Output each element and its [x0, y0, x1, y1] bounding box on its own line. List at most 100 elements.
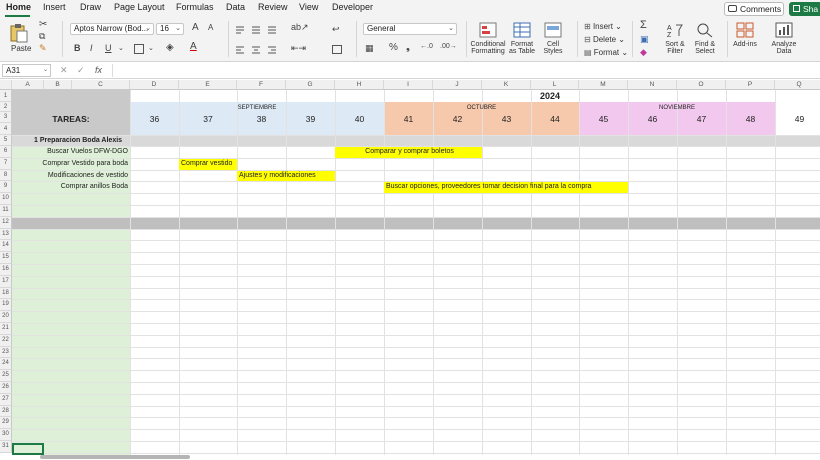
- cancel-icon[interactable]: ✕: [60, 65, 68, 76]
- row-header-18[interactable]: 18: [0, 287, 12, 300]
- font-size-select[interactable]: 16 ⌄: [156, 23, 184, 35]
- column-header-n[interactable]: N: [628, 80, 677, 90]
- row-header-27[interactable]: 27: [0, 393, 12, 406]
- row-header-21[interactable]: 21: [0, 323, 12, 335]
- row-header-31[interactable]: 31: [0, 441, 12, 453]
- row-header-30[interactable]: 30: [0, 429, 12, 441]
- conditional-formatting-button[interactable]: Conditional Formatting: [470, 22, 506, 56]
- row-header-26[interactable]: 26: [0, 382, 12, 394]
- tab-developer[interactable]: Developer: [332, 2, 373, 12]
- row-header-13[interactable]: 13: [0, 228, 12, 241]
- horizontal-align-icons[interactable]: [235, 45, 295, 55]
- autosum-icon[interactable]: Σ: [640, 19, 647, 31]
- select-all-corner[interactable]: [0, 80, 12, 90]
- tab-view[interactable]: View: [299, 2, 318, 12]
- tab-insert[interactable]: Insert: [43, 2, 66, 12]
- vertical-align-icons[interactable]: [235, 25, 295, 35]
- column-header-a[interactable]: A: [12, 80, 44, 90]
- column-header-f[interactable]: F: [237, 80, 286, 90]
- find-select-button[interactable]: Find & Select: [690, 22, 720, 56]
- row-header-3[interactable]: 3: [0, 112, 12, 123]
- grow-font-icon[interactable]: A: [192, 22, 199, 33]
- bold-button[interactable]: B: [74, 43, 81, 53]
- row-header-11[interactable]: 11: [0, 205, 12, 217]
- column-header-h[interactable]: H: [335, 80, 384, 90]
- horizontal-scrollbar[interactable]: [40, 455, 190, 459]
- fill-color-icon[interactable]: ◈: [166, 42, 174, 53]
- row-header-23[interactable]: 23: [0, 346, 12, 359]
- row-header-22[interactable]: 22: [0, 334, 12, 347]
- copy-icon[interactable]: ⧉: [39, 31, 45, 42]
- insert-function-icon[interactable]: fx: [95, 65, 102, 75]
- underline-button[interactable]: U: [105, 43, 112, 53]
- merge-center-icon[interactable]: [332, 45, 342, 54]
- row-header-1[interactable]: 1: [0, 90, 12, 102]
- column-header-l[interactable]: L: [531, 80, 579, 90]
- row-header-19[interactable]: 19: [0, 299, 12, 312]
- row-header-5[interactable]: 5: [0, 135, 12, 146]
- row-header-17[interactable]: 17: [0, 275, 12, 288]
- column-header-q[interactable]: Q: [775, 80, 820, 90]
- tab-review[interactable]: Review: [258, 2, 288, 12]
- shrink-font-icon[interactable]: A: [208, 23, 213, 32]
- row-header-6[interactable]: 6: [0, 146, 12, 158]
- column-header-o[interactable]: O: [677, 80, 726, 90]
- row-header-10[interactable]: 10: [0, 193, 12, 205]
- clear-icon[interactable]: ◆: [640, 47, 647, 58]
- orientation-icon[interactable]: ab↗: [291, 22, 309, 33]
- row-header-28[interactable]: 28: [0, 405, 12, 418]
- row-header-14[interactable]: 14: [0, 240, 12, 253]
- analyze-data-button[interactable]: Analyze Data: [768, 22, 800, 56]
- tab-draw[interactable]: Draw: [80, 2, 101, 12]
- increase-decimal-icon[interactable]: ←.0: [420, 43, 433, 50]
- row-header-25[interactable]: 25: [0, 370, 12, 382]
- format-painter-icon[interactable]: ✎: [39, 43, 47, 54]
- column-header-b[interactable]: B: [44, 80, 72, 90]
- column-header-k[interactable]: K: [482, 80, 531, 90]
- column-header-j[interactable]: J: [433, 80, 482, 90]
- font-color-icon[interactable]: A: [190, 41, 197, 52]
- row-header-12[interactable]: 12: [0, 216, 12, 229]
- italic-button[interactable]: I: [90, 43, 93, 53]
- font-name-select[interactable]: Aptos Narrow (Bod... ⌄: [70, 23, 154, 35]
- chevron-down-icon[interactable]: ⌄: [148, 44, 154, 52]
- add-ins-button[interactable]: Add-ins: [730, 22, 760, 48]
- paste-button[interactable]: [9, 23, 29, 43]
- decrease-decimal-icon[interactable]: .00→: [440, 43, 457, 50]
- column-header-c[interactable]: C: [72, 80, 130, 90]
- enter-icon[interactable]: ✓: [77, 65, 85, 76]
- sort-filter-button[interactable]: AZ Sort & Filter: [660, 22, 690, 56]
- row-header-2[interactable]: 2: [0, 102, 12, 112]
- row-header-20[interactable]: 20: [0, 311, 12, 323]
- percent-icon[interactable]: %: [389, 42, 398, 53]
- tab-formulas[interactable]: Formulas: [176, 2, 214, 12]
- name-box[interactable]: A31 ⌄: [2, 64, 51, 77]
- format-cells-button[interactable]: ▤ Format ⌄: [584, 48, 628, 57]
- row-header-4[interactable]: 4: [0, 123, 12, 135]
- column-header-i[interactable]: I: [384, 80, 433, 90]
- column-header-d[interactable]: D: [130, 80, 179, 90]
- tab-data[interactable]: Data: [226, 2, 245, 12]
- column-header-p[interactable]: P: [726, 80, 775, 90]
- insert-cells-button[interactable]: ⊞ Insert ⌄: [584, 22, 622, 31]
- cut-icon[interactable]: ✂: [39, 19, 47, 30]
- chevron-down-icon[interactable]: ⌄: [118, 44, 124, 52]
- row-header-29[interactable]: 29: [0, 417, 12, 430]
- row-header-24[interactable]: 24: [0, 358, 12, 371]
- column-header-m[interactable]: M: [579, 80, 628, 90]
- indent-icon[interactable]: ⇤⇥: [291, 43, 306, 54]
- delete-cells-button[interactable]: ⊟ Delete ⌄: [584, 35, 625, 44]
- borders-icon[interactable]: [134, 44, 144, 54]
- wrap-text-icon[interactable]: ↩: [332, 24, 340, 35]
- tab-page-layout[interactable]: Page Layout: [114, 2, 165, 12]
- column-header-g[interactable]: G: [286, 80, 335, 90]
- cell-styles-button[interactable]: Cell Styles: [538, 22, 568, 56]
- row-header-16[interactable]: 16: [0, 264, 12, 276]
- column-header-e[interactable]: E: [179, 80, 237, 90]
- row-header-8[interactable]: 8: [0, 169, 12, 182]
- accounting-icon[interactable]: ▦: [365, 43, 374, 54]
- number-format-select[interactable]: General ⌄: [363, 23, 457, 35]
- comma-icon[interactable]: ❟: [406, 42, 410, 53]
- tab-home[interactable]: Home: [6, 2, 31, 12]
- row-header-7[interactable]: 7: [0, 157, 12, 170]
